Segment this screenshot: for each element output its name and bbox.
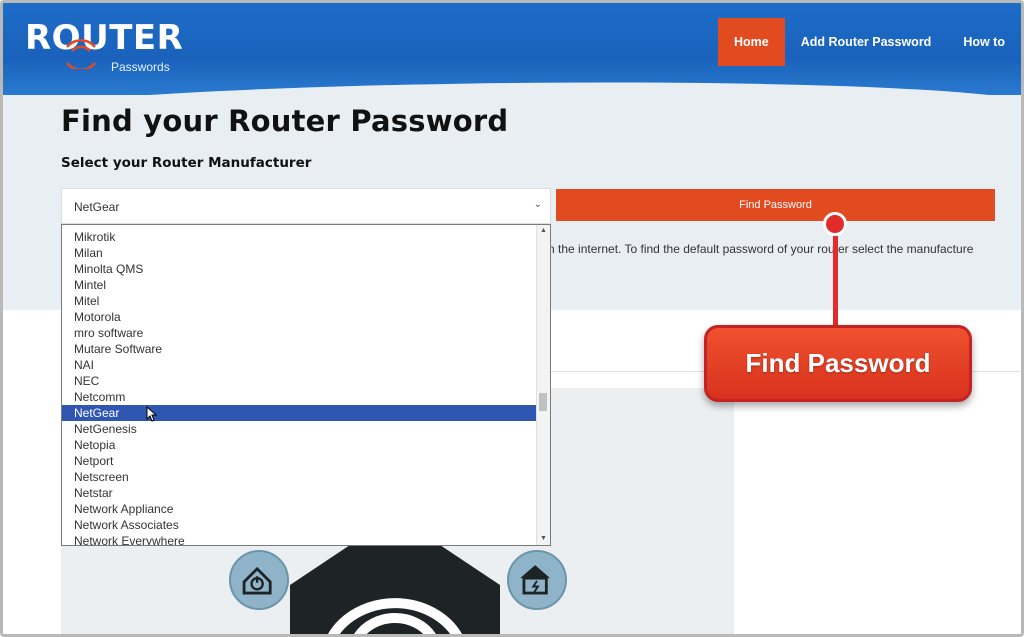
list-item[interactable]: Netscreen (62, 469, 538, 485)
list-item[interactable]: Network Everywhere (62, 533, 538, 545)
list-item-selected[interactable]: NetGear (62, 405, 538, 421)
list-item[interactable]: NetGenesis (62, 421, 538, 437)
list-item[interactable]: mro software (62, 325, 538, 341)
site-header: ROUTER Passwords Home Add Router Passwor… (3, 3, 1021, 95)
dropdown-options: Mikrotik Milan Minolta QMS Mintel Mitel … (62, 229, 538, 545)
list-item[interactable]: Mikrotik (62, 229, 538, 245)
list-item[interactable]: Netstar (62, 485, 538, 501)
list-item[interactable]: Motorola (62, 309, 538, 325)
site-logo[interactable]: ROUTER Passwords (25, 18, 184, 74)
mouse-cursor-icon (146, 406, 158, 422)
callout-dot (823, 212, 847, 236)
manufacturer-select[interactable]: NetGear ⌄ (61, 188, 551, 224)
list-item[interactable]: NEC (62, 373, 538, 389)
list-item[interactable]: Netopia (62, 437, 538, 453)
list-item[interactable]: Mitel (62, 293, 538, 309)
wifi-house-icon (290, 545, 500, 637)
power-home-icon (229, 550, 289, 610)
callout-connector (833, 222, 838, 328)
manufacturer-dropdown-list[interactable]: Mikrotik Milan Minolta QMS Mintel Mitel … (61, 224, 551, 546)
list-item[interactable]: Network Appliance (62, 501, 538, 517)
nav-add-router-password[interactable]: Add Router Password (785, 18, 948, 66)
scrollbar-thumb[interactable] (539, 393, 547, 411)
select-label: Select your Router Manufacturer (61, 155, 312, 171)
list-item[interactable]: Milan (62, 245, 538, 261)
page-title: Find your Router Password (61, 104, 509, 138)
chevron-down-icon: ⌄ (533, 199, 542, 210)
solar-home-icon (507, 550, 567, 610)
find-password-callout: Find Password (704, 325, 972, 402)
content-panel (548, 388, 734, 634)
dropdown-scrollbar[interactable]: ▲ ▼ (536, 225, 550, 545)
list-item[interactable]: Minolta QMS (62, 261, 538, 277)
nav-how-to[interactable]: How to (947, 18, 1021, 66)
logo-text: ROUTER (25, 18, 184, 58)
select-value: NetGear (74, 200, 120, 214)
list-item[interactable]: Mintel (62, 277, 538, 293)
list-item[interactable]: Mutare Software (62, 341, 538, 357)
list-item[interactable]: Netport (62, 453, 538, 469)
main-nav: Home Add Router Password How to (718, 18, 1021, 66)
logo-subtext: Passwords (111, 60, 170, 74)
description-text: n the internet. To find the default pass… (548, 242, 974, 256)
scroll-down-icon[interactable]: ▼ (537, 533, 550, 545)
scroll-up-icon[interactable]: ▲ (537, 225, 550, 237)
wifi-icon (66, 39, 96, 69)
find-password-button[interactable]: Find Password (556, 189, 995, 221)
list-item[interactable]: NAI (62, 357, 538, 373)
nav-home[interactable]: Home (718, 18, 785, 66)
list-item[interactable]: Netcomm (62, 389, 538, 405)
list-item[interactable]: Network Associates (62, 517, 538, 533)
